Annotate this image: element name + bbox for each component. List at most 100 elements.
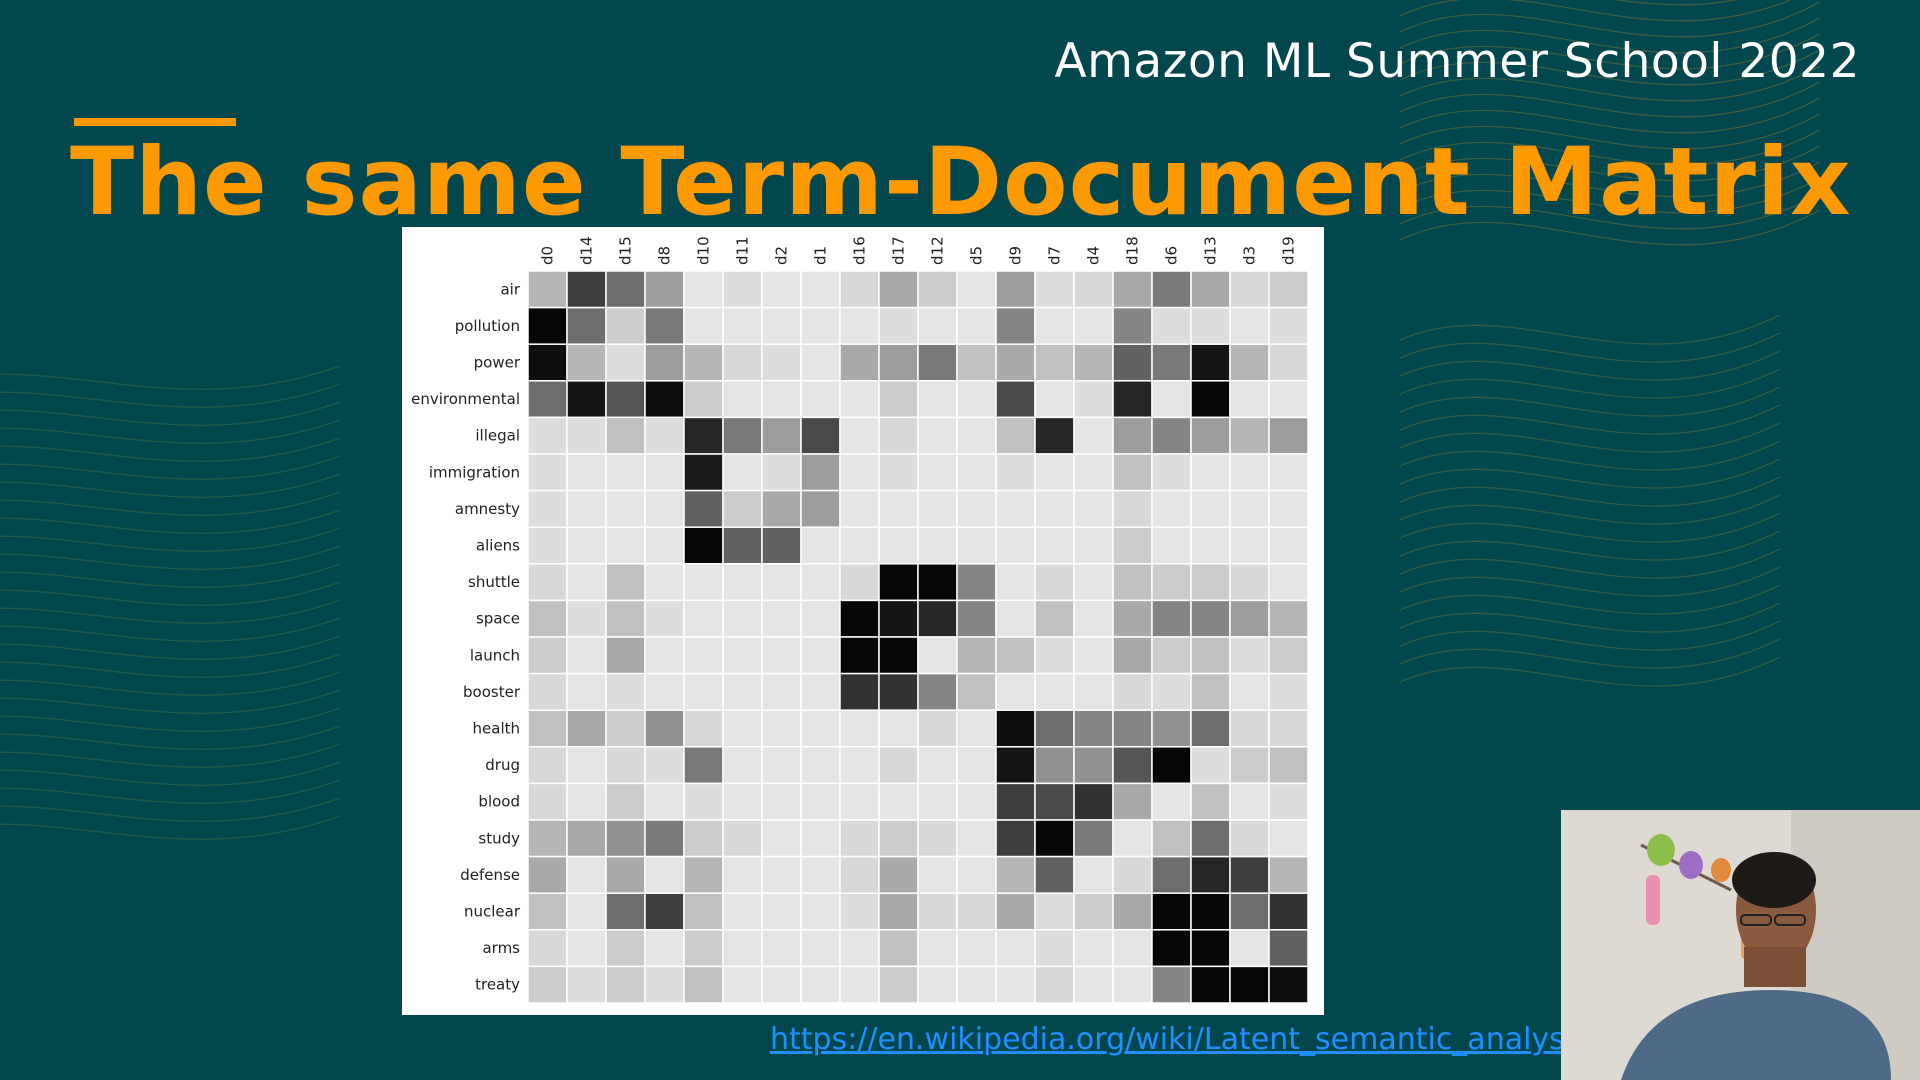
background-wave-line — [0, 725, 341, 750]
heatmap-cell — [1229, 526, 1270, 565]
heatmap-cell — [683, 929, 724, 968]
heatmap-cell — [1073, 489, 1114, 528]
heatmap-cell — [995, 855, 1036, 894]
heatmap-cell — [1268, 892, 1309, 931]
heatmap-cell — [800, 599, 841, 638]
heatmap-cell — [566, 270, 607, 309]
heatmap-cell — [839, 965, 880, 1004]
heatmap-cell — [917, 855, 958, 894]
heatmap-cell — [956, 380, 997, 419]
heatmap-cell — [683, 380, 724, 419]
heatmap-cell — [956, 965, 997, 1004]
heatmap-cell — [1268, 343, 1309, 382]
heatmap-cell — [1073, 636, 1114, 675]
heatmap-cell — [995, 489, 1036, 528]
heatmap-cell — [644, 892, 685, 931]
background-wave-line — [0, 761, 341, 786]
heatmap-cell — [1073, 709, 1114, 748]
background-wave-line — [1399, 530, 1781, 561]
heatmap-cell — [956, 306, 997, 345]
heatmap-cell — [605, 380, 646, 419]
background-wave-line — [0, 815, 341, 840]
background-wave-line — [1399, 512, 1781, 543]
heatmap-cell — [1034, 892, 1075, 931]
heatmap-cell — [839, 782, 880, 821]
heatmap-cell — [761, 855, 802, 894]
heatmap-cell — [1190, 855, 1231, 894]
heatmap-cell — [839, 746, 880, 785]
heatmap-cell — [1034, 782, 1075, 821]
heatmap-cell — [995, 306, 1036, 345]
heatmap-cell — [566, 746, 607, 785]
background-wave-line — [1399, 422, 1781, 453]
heatmap-cell — [683, 819, 724, 858]
heatmap-cell — [995, 672, 1036, 711]
background-wave-line — [0, 365, 341, 390]
heatmap-cell — [1190, 380, 1231, 419]
heatmap-cell — [956, 929, 997, 968]
heatmap-cell — [800, 270, 841, 309]
heatmap-cell — [761, 892, 802, 931]
y-tick-label: aliens — [476, 537, 520, 555]
heatmap-cell — [644, 453, 685, 492]
heatmap-cell — [878, 526, 919, 565]
y-tick-label: treaty — [475, 976, 520, 994]
heatmap-cell — [566, 672, 607, 711]
heatmap-cell — [1268, 599, 1309, 638]
heatmap-cell — [605, 526, 646, 565]
heatmap-cell — [566, 599, 607, 638]
y-tick-label: immigration — [429, 463, 520, 481]
heatmap-cell — [722, 489, 763, 528]
heatmap-cell — [1190, 672, 1231, 711]
x-tick-label: d5 — [968, 246, 986, 265]
background-wave-line — [1399, 566, 1781, 597]
heatmap-cell — [878, 343, 919, 382]
background-wave-line — [0, 473, 341, 498]
heatmap-cell — [644, 965, 685, 1004]
heatmap-cell — [1112, 270, 1153, 309]
x-tick-label: d14 — [578, 236, 596, 265]
heatmap-cell — [1190, 819, 1231, 858]
heatmap-cell — [1034, 672, 1075, 711]
heatmap-chart: d0 d14 d15 d8 d10 d11 d2 d1 d16 d17 d12 d5 d9 d7 d4 d18… — [411, 236, 1309, 1004]
heatmap-cell — [722, 746, 763, 785]
heatmap-cell — [839, 563, 880, 602]
y-tick-label: nuclear — [464, 903, 521, 921]
heatmap-cell — [1190, 526, 1231, 565]
heatmap-cell — [1034, 636, 1075, 675]
heatmap-cell — [1268, 526, 1309, 565]
heatmap-cell — [1034, 709, 1075, 748]
heatmap-cell — [683, 672, 724, 711]
heatmap-cell — [839, 526, 880, 565]
heatmap-cell — [761, 782, 802, 821]
heatmap-cell — [722, 416, 763, 455]
heatmap-cell — [1112, 929, 1153, 968]
brand-header: Amazon ML Summer School 2022 — [1054, 34, 1860, 89]
x-tick-label: d17 — [890, 236, 908, 265]
heatmap-cell — [1190, 343, 1231, 382]
heatmap-cell — [995, 965, 1036, 1004]
background-wave-line — [0, 419, 341, 444]
heatmap-cell — [527, 929, 568, 968]
heatmap-cell — [1190, 453, 1231, 492]
heatmap-cell — [956, 819, 997, 858]
background-wave-line — [1399, 0, 1792, 22]
heatmap-cell — [1268, 709, 1309, 748]
heatmap-cell — [722, 965, 763, 1004]
heatmap-cell — [644, 599, 685, 638]
source-link[interactable]: https://en.wikipedia.org/wiki/Latent_sem… — [770, 1022, 1562, 1057]
heatmap-cell — [800, 343, 841, 382]
heatmap-cell — [956, 672, 997, 711]
background-wave-line — [0, 383, 341, 408]
heatmap-cell — [683, 343, 724, 382]
background-wave-line — [0, 509, 341, 534]
x-tick-label: d13 — [1202, 236, 1220, 265]
heatmap-cell — [1073, 563, 1114, 602]
y-tick-label: environmental — [411, 390, 520, 408]
heatmap-cell — [878, 855, 919, 894]
background-wave-line — [0, 581, 341, 606]
heatmap-cell — [1073, 599, 1114, 638]
presenter-webcam — [1561, 810, 1920, 1080]
heatmap-cell — [1073, 672, 1114, 711]
heatmap-cell — [1190, 270, 1231, 309]
